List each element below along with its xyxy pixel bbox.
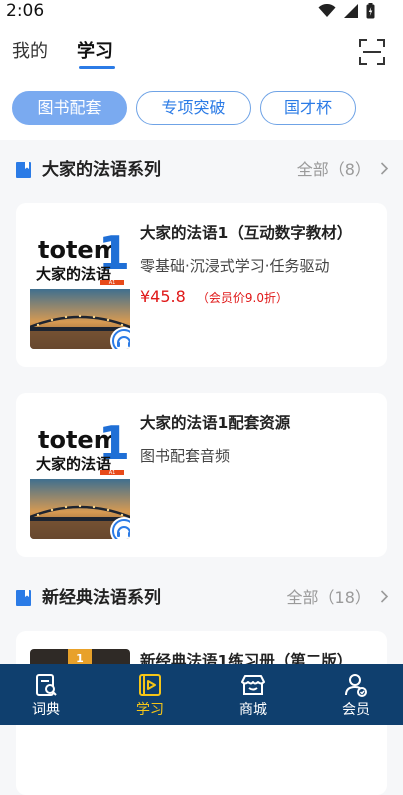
cover-title-graphic: totem 1 大家的法语 A1 [36, 419, 130, 475]
study-play-icon [139, 674, 161, 696]
wifi-icon [318, 4, 336, 17]
chevron-right-icon [380, 162, 389, 175]
play-audio-icon[interactable] [110, 517, 130, 539]
section-view-all-link[interactable]: 全部（8） [297, 156, 389, 184]
member-icon [345, 674, 367, 697]
bottom-nav: 词典 学习 商城 会员 [0, 664, 403, 725]
tab-mine[interactable]: 我的 [12, 38, 48, 66]
status-bar: 2:06 [0, 0, 403, 22]
tab-study[interactable]: 学习 [77, 38, 115, 69]
bottom-nav-label: 会员 [342, 702, 370, 718]
filter-book-supplement[interactable]: 图书配套 [12, 91, 127, 125]
cover-name-text: 大家的法语 [36, 455, 111, 473]
tab-study-label: 学习 [77, 41, 113, 62]
top-nav: 我的 学习 [0, 22, 403, 82]
product-title: 大家的法语1（互动数字教材） [140, 224, 353, 242]
product-card[interactable]: totem 1 大家的法语 A1 [16, 203, 387, 367]
price-value: ¥45.8 [140, 287, 186, 306]
bookmark-icon [16, 162, 31, 178]
battery-icon [366, 3, 375, 19]
dictionary-icon [36, 674, 57, 696]
play-audio-icon[interactable] [110, 327, 130, 349]
section-header-new-classic: 新经典法语系列 全部（18） [0, 576, 403, 620]
section-count-label: 全部（18） [286, 588, 371, 607]
signal-icon [344, 4, 358, 18]
cover-level-text: A1 [109, 470, 116, 475]
bottom-nav-label: 学习 [136, 702, 164, 718]
bottom-nav-label: 商城 [239, 702, 267, 718]
section-title: 大家的法语系列 [42, 160, 161, 180]
product-title: 大家的法语1配套资源 [140, 414, 291, 432]
cover-name-text: 大家的法语 [36, 265, 111, 283]
section-title: 新经典法语系列 [42, 588, 161, 608]
filter-guocai-cup[interactable]: 国才杯 [260, 91, 356, 125]
bottom-nav-store[interactable]: 商城 [223, 672, 283, 720]
bottom-nav-dictionary[interactable]: 词典 [16, 672, 76, 720]
section-header-totem: 大家的法语系列 全部（8） [0, 148, 403, 192]
active-tab-indicator [79, 66, 115, 69]
product-subtitle: 图书配套音频 [140, 447, 231, 465]
book-cover: totem 1 大家的法语 A1 [30, 229, 130, 349]
section-count-label: 全部（8） [296, 160, 371, 179]
book-cover: totem 1 大家的法语 A1 [30, 419, 130, 539]
bottom-nav-study[interactable]: 学习 [120, 672, 180, 720]
section-view-all-link[interactable]: 全部（18） [287, 584, 389, 612]
bottom-nav-label: 词典 [32, 702, 60, 718]
product-card[interactable]: totem 1 大家的法语 A1 [16, 393, 387, 557]
status-time: 2:06 [6, 1, 45, 21]
bottom-nav-member[interactable]: 会员 [326, 672, 386, 720]
scan-icon[interactable] [359, 39, 385, 65]
filter-special-training[interactable]: 专项突破 [136, 91, 251, 125]
product-subtitle: 零基础·沉浸式学习·任务驱动 [140, 257, 330, 275]
chevron-right-icon [380, 590, 389, 603]
cover-title-graphic: totem 1 大家的法语 A1 [36, 229, 130, 285]
product-price: ¥45.8 （会员价9.0折） [140, 287, 288, 306]
cover-level-text: A1 [109, 280, 116, 285]
status-icons [318, 3, 375, 19]
filter-row: 图书配套 专项突破 国才杯 [0, 82, 403, 140]
member-price-note: （会员价9.0折） [196, 291, 288, 305]
bookmark-icon [16, 590, 31, 606]
store-icon [241, 675, 265, 695]
